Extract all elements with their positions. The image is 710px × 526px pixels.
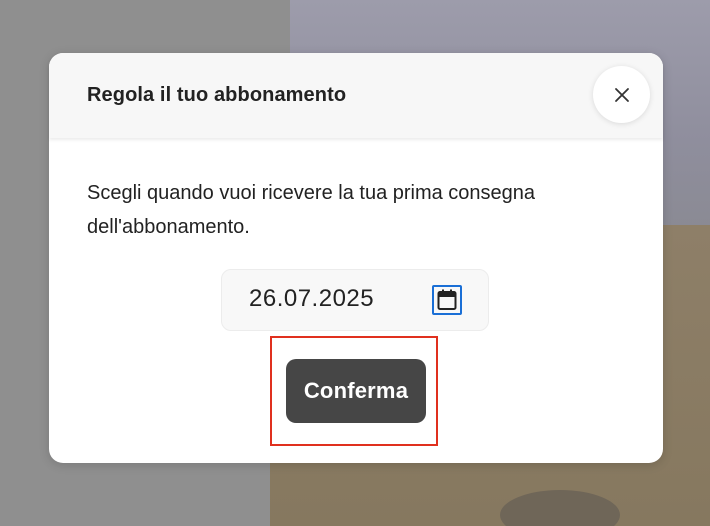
date-value[interactable]: 26.07.2025 xyxy=(249,285,374,313)
modal-title: Regola il tuo abbonamento xyxy=(87,84,347,106)
modal-description: Scegli quando vuoi ricevere la tua prima… xyxy=(87,182,536,238)
confirm-button[interactable]: Conferma xyxy=(286,359,426,423)
close-icon xyxy=(614,87,629,102)
calendar-picker-button[interactable] xyxy=(432,285,462,315)
modal-header: Regola il tuo abbonamento xyxy=(49,53,663,138)
delivery-date-input[interactable]: 26.07.2025 xyxy=(221,269,489,331)
subscription-modal: Regola il tuo abbonamento Scegli quando … xyxy=(49,53,663,463)
close-button[interactable] xyxy=(593,66,650,123)
calendar-icon xyxy=(437,289,457,310)
